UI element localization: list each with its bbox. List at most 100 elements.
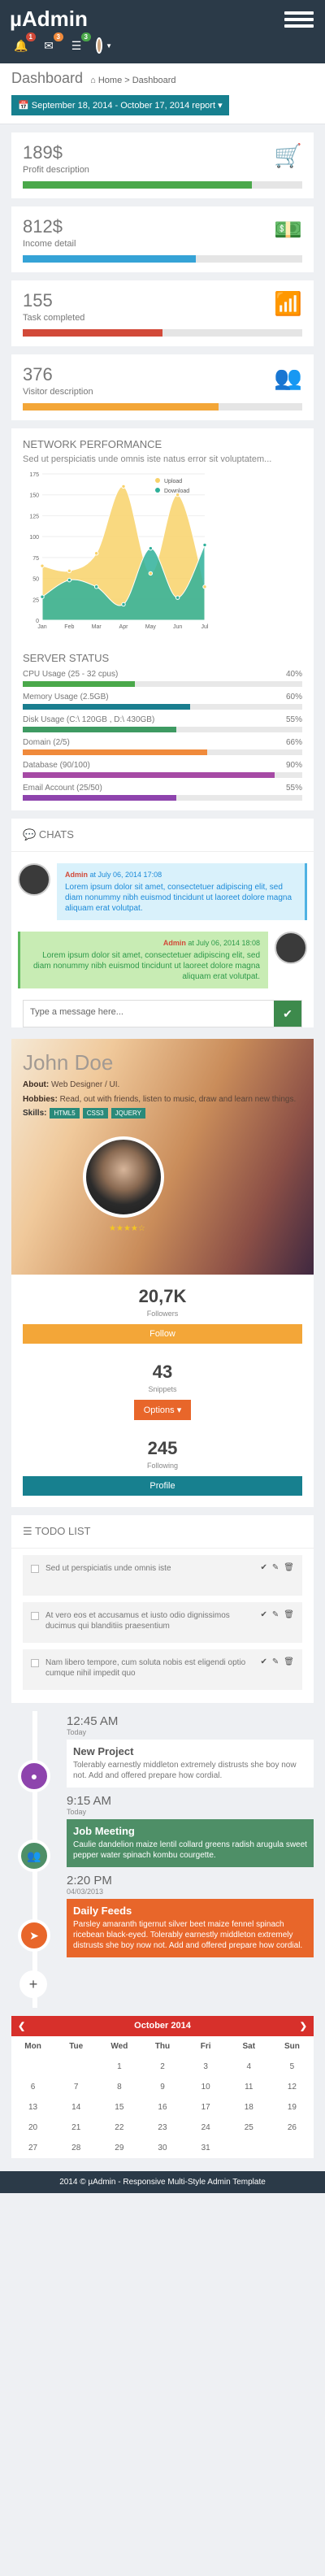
calendar-day[interactable]: 17 — [184, 2097, 228, 2118]
edit-icon[interactable]: ✎ — [272, 1610, 279, 1635]
calendar-day[interactable]: 16 — [141, 2097, 184, 2118]
calendar-day[interactable]: 12 — [271, 2077, 314, 2097]
calendar-day[interactable]: 3 — [184, 2057, 228, 2077]
app-logo[interactable]: µAdmin — [10, 7, 88, 32]
avatar — [96, 37, 103, 54]
calendar-day[interactable]: 27 — [11, 2138, 54, 2158]
mail-icon[interactable]: ✉ 3 — [41, 33, 63, 54]
todo-text: At vero eos et accusamus et iusto odio d… — [46, 1611, 230, 1631]
stat-value: 376 — [23, 364, 53, 384]
stat-progress — [23, 403, 302, 411]
calendar-day[interactable]: 2 — [141, 2057, 184, 2077]
calendar-day[interactable]: 26 — [271, 2118, 314, 2138]
calendar-day[interactable]: 31 — [184, 2138, 228, 2158]
chat-message: Admin at July 06, 2014 17:08 Lorem ipsum … — [18, 863, 307, 920]
trash-icon[interactable]: 🗑 — [284, 1563, 294, 1588]
chat-message: Admin at July 06, 2014 18:08 Lorem ipsum … — [18, 932, 307, 988]
trash-icon[interactable]: 🗑 — [284, 1657, 294, 1682]
comments-icon: 💬 — [23, 828, 37, 841]
server-row-label: Disk Usage (C:\ 120GB , D:\ 430GB) — [23, 715, 155, 724]
stat-card: 376 Visitor description 👥 — [11, 354, 314, 420]
following-count: 245 — [147, 1438, 178, 1458]
edit-icon[interactable]: ✎ — [272, 1563, 279, 1588]
calendar-day[interactable]: 30 — [141, 2138, 184, 2158]
calendar-day[interactable]: 1 — [98, 2057, 141, 2077]
data-point — [175, 595, 180, 600]
calendar-day[interactable]: 15 — [98, 2097, 141, 2118]
check-icon[interactable]: ✔ — [261, 1563, 267, 1588]
calendar-day[interactable]: 9 — [141, 2077, 184, 2097]
send-button[interactable]: ✔ — [274, 1001, 301, 1027]
profile-button[interactable]: Profile — [23, 1476, 302, 1496]
calendar-day[interactable]: 14 — [54, 2097, 98, 2118]
calendar-day[interactable]: 4 — [228, 2057, 271, 2077]
todo-panel: ☰ TODO LIST Sed ut perspiciatis unde omn… — [11, 1515, 314, 1703]
calendar-day[interactable]: 24 — [184, 2118, 228, 2138]
next-month-button[interactable]: ❯ — [300, 2021, 307, 2031]
server-row-label: Email Account (25/50) — [23, 784, 102, 793]
calendar-month: October 2014 — [134, 2021, 191, 2031]
options-button[interactable]: Options ▾ — [133, 1400, 192, 1420]
tasks-icon[interactable]: ☰ 3 — [68, 33, 91, 54]
skill-tag: JQUERY — [110, 1108, 145, 1119]
network-performance-panel: NETWORK PERFORMANCE Sed ut perspiciatis … — [11, 428, 314, 810]
calendar-day[interactable]: 6 — [11, 2077, 54, 2097]
calendar-weekday: Sun — [284, 2042, 300, 2051]
add-event-button[interactable]: + — [20, 1970, 47, 1998]
page-title: Dashboard — [11, 70, 84, 86]
money-icon: 💵 — [274, 217, 302, 242]
chats-title: 💬 CHATS — [11, 819, 314, 852]
calendar-day[interactable]: 19 — [271, 2097, 314, 2118]
calendar-day — [228, 2138, 271, 2158]
x-tick-label: Jan — [37, 624, 46, 630]
calendar-day[interactable]: 28 — [54, 2138, 98, 2158]
calendar-day[interactable]: 5 — [271, 2057, 314, 2077]
chat-input-group: Type a message here... ✔ — [23, 1000, 302, 1027]
data-point — [121, 602, 126, 607]
todo-checkbox[interactable] — [31, 1612, 39, 1620]
todo-checkbox[interactable] — [31, 1659, 39, 1667]
calendar-day[interactable]: 23 — [141, 2118, 184, 2138]
star-icon: ★ — [109, 1224, 116, 1233]
timeline-card: Daily Feeds Parsley amaranth tigernut sil… — [67, 1899, 314, 1957]
calendar-day[interactable]: 7 — [54, 2077, 98, 2097]
calendar-day[interactable]: 11 — [228, 2077, 271, 2097]
chat-input[interactable]: Type a message here... — [24, 1001, 274, 1027]
calendar-widget: ❮ October 2014 ❯ Mon Tue Wed Thu Fri Sat Sun 1 2 3 4… — [11, 2016, 314, 2158]
user-menu[interactable]: ▼ — [96, 37, 112, 54]
daterange-picker[interactable]: 📅 September 18, 2014 - October 17, 2014 … — [11, 95, 229, 115]
breadcrumb-home[interactable]: Home — [98, 76, 122, 85]
server-row-label: Domain (2/5) — [23, 738, 70, 747]
calendar-day[interactable]: 10 — [184, 2077, 228, 2097]
prev-month-button[interactable]: ❮ — [18, 2021, 25, 2031]
calendar-day[interactable]: 18 — [228, 2097, 271, 2118]
home-icon: ⌂ — [90, 76, 96, 85]
check-icon[interactable]: ✔ — [261, 1610, 267, 1635]
check-icon[interactable]: ✔ — [261, 1657, 267, 1682]
calendar-day[interactable]: 21 — [54, 2118, 98, 2138]
follow-button[interactable]: Follow — [23, 1324, 302, 1344]
calendar-day[interactable]: 29 — [98, 2138, 141, 2158]
calendar-day[interactable]: 22 — [98, 2118, 141, 2138]
server-status-row: Database (90/100) 90% — [23, 761, 302, 778]
avatar — [18, 863, 50, 896]
server-row-label: CPU Usage (25 - 32 cpus) — [23, 670, 119, 679]
legend-label: Download — [164, 489, 189, 494]
y-tick-label: 125 — [29, 514, 39, 519]
stat-label: Income detail — [23, 239, 76, 249]
profile-card: John Doe About: Web Designer / UI. Hobbi… — [11, 1039, 314, 1507]
star-icon: ★ — [123, 1224, 131, 1233]
signal-icon: 📶 — [274, 291, 302, 316]
todo-checkbox[interactable] — [31, 1565, 39, 1573]
timeline-event: 2:20 PM 04/03/2013 ➤ Daily Feeds Parsley … — [11, 1874, 314, 1957]
legend-label: Upload — [164, 479, 182, 484]
bell-icon[interactable]: 🔔 1 — [13, 33, 36, 54]
calendar-day[interactable]: 20 — [11, 2118, 54, 2138]
trash-icon[interactable]: 🗑 — [284, 1610, 294, 1635]
calendar-day[interactable]: 25 — [228, 2118, 271, 2138]
legend-swatch — [155, 478, 160, 483]
hamburger-menu-button[interactable] — [284, 8, 314, 31]
calendar-day[interactable]: 8 — [98, 2077, 141, 2097]
calendar-day[interactable]: 13 — [11, 2097, 54, 2118]
edit-icon[interactable]: ✎ — [272, 1657, 279, 1682]
